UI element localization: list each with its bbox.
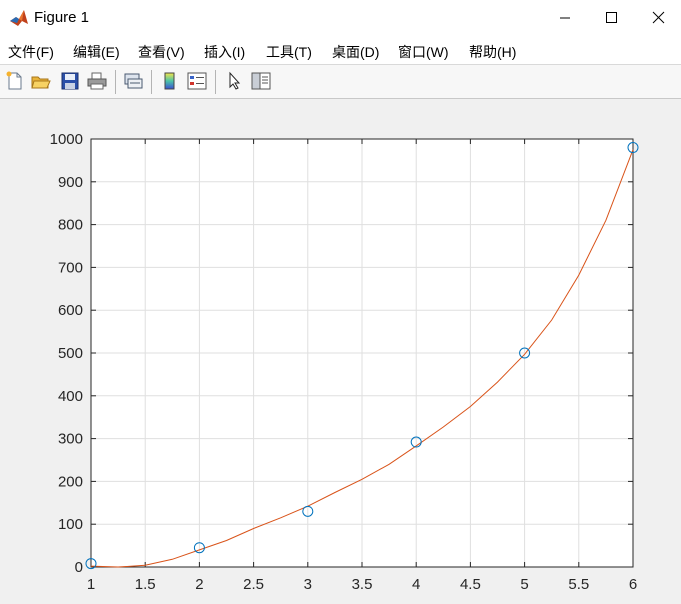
y-tick-label: 600: [58, 302, 83, 319]
colorbar-button[interactable]: [159, 70, 181, 92]
y-tick-label: 0: [75, 559, 83, 576]
arrow-cursor-icon: [229, 71, 241, 90]
x-tick-label: 5.5: [568, 576, 589, 593]
new-figure-icon: [6, 71, 22, 90]
print-icon: [87, 72, 107, 90]
link-plot-button[interactable]: [122, 70, 144, 92]
plot-axes[interactable]: 1 1.5 2 2.5 3 3.5 4 4.5 5 5.5 6 0 100 200 300 400 500 600…: [0, 99, 681, 599]
maximize-button[interactable]: [588, 0, 634, 36]
menu-help[interactable]: 帮助(H): [469, 42, 516, 62]
x-tick-label: 3: [304, 576, 312, 593]
x-tick-label: 4: [412, 576, 420, 593]
y-tick-label: 900: [58, 174, 83, 191]
title-bar: Figure 1: [0, 0, 681, 36]
x-tick-label: 6: [629, 576, 637, 593]
y-tick-label: 1000: [50, 131, 83, 148]
legend-button[interactable]: [186, 70, 208, 92]
minimize-button[interactable]: [542, 0, 588, 36]
legend-icon: [187, 72, 207, 90]
y-tick-label: 400: [58, 388, 83, 405]
x-tick-label: 4.5: [460, 576, 481, 593]
x-tick-label: 1: [87, 576, 95, 593]
select-button[interactable]: [224, 70, 246, 92]
print-button[interactable]: [86, 70, 108, 92]
close-icon: [652, 11, 665, 24]
minimize-icon: [560, 17, 570, 19]
property-inspector-button[interactable]: [250, 70, 272, 92]
x-tick-label: 3.5: [352, 576, 373, 593]
y-tick-label: 200: [58, 473, 83, 490]
toolbar: [0, 65, 681, 99]
menu-edit[interactable]: 编辑(E): [73, 42, 120, 62]
menu-insert[interactable]: 插入(I): [204, 42, 245, 62]
x-tick-label: 1.5: [135, 576, 156, 593]
menu-desktop[interactable]: 桌面(D): [332, 42, 379, 62]
new-figure-button[interactable]: [4, 70, 26, 92]
save-button[interactable]: [59, 70, 81, 92]
save-icon: [61, 72, 79, 90]
menu-tools[interactable]: 工具(T): [266, 42, 312, 62]
open-button[interactable]: [30, 70, 52, 92]
menu-window[interactable]: 窗口(W): [398, 42, 449, 62]
x-tick-label: 5: [520, 576, 528, 593]
colorbar-icon: [164, 72, 175, 90]
menu-file[interactable]: 文件(F): [8, 42, 54, 62]
figure-canvas[interactable]: 1 1.5 2 2.5 3 3.5 4 4.5 5 5.5 6 0 100 200 300 400 500 600…: [0, 99, 681, 599]
y-tick-label: 700: [58, 259, 83, 276]
close-button[interactable]: [635, 0, 681, 36]
maximize-icon: [606, 12, 617, 23]
open-folder-icon: [31, 76, 51, 89]
property-inspector-icon: [251, 72, 271, 90]
y-tick-label: 100: [58, 516, 83, 533]
toolbar-separator: [115, 70, 116, 94]
y-tick-label: 500: [58, 345, 83, 362]
toolbar-separator: [151, 70, 152, 94]
window-title: Figure 1: [34, 9, 90, 26]
x-tick-label: 2.5: [243, 576, 264, 593]
menu-bar: 文件(F) 编辑(E) 查看(V) 插入(I) 工具(T) 桌面(D) 窗口(W…: [0, 36, 681, 65]
y-tick-label: 800: [58, 217, 83, 234]
x-tick-label: 2: [195, 576, 203, 593]
matlab-logo-icon: [10, 10, 28, 26]
menu-view[interactable]: 查看(V): [138, 42, 185, 62]
link-plot-icon: [124, 73, 143, 89]
toolbar-separator: [215, 70, 216, 94]
y-tick-label: 300: [58, 431, 83, 448]
